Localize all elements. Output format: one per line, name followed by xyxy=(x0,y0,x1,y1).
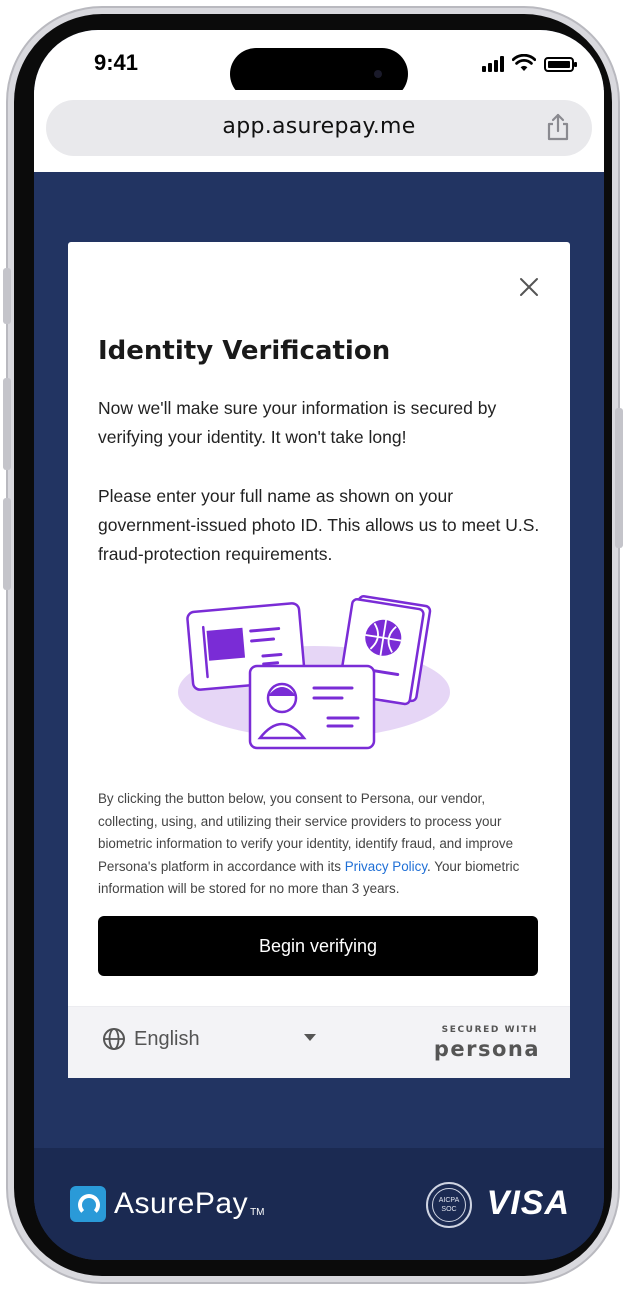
camera-dot xyxy=(374,70,382,78)
signal-icon xyxy=(482,56,504,72)
volume-up-button xyxy=(3,378,11,470)
close-icon[interactable] xyxy=(518,276,540,298)
trademark-symbol: TM xyxy=(250,1207,265,1218)
privacy-policy-link[interactable]: Privacy Policy xyxy=(345,859,427,874)
status-time: 9:41 xyxy=(94,50,139,75)
url-field[interactable]: app.asurepay.me xyxy=(46,100,592,156)
id-documents-illustration xyxy=(178,595,450,750)
browser-address-bar: app.asurepay.me xyxy=(34,90,604,172)
dropdown-caret-icon xyxy=(304,1034,316,1041)
battery-icon xyxy=(544,57,577,72)
modal-footer: English SECURED WITH persona xyxy=(68,1006,570,1078)
asurepay-wordmark: AsurePay xyxy=(114,1187,249,1220)
aicpa-soc-badge: AICPA SOC xyxy=(426,1182,472,1228)
instructions-paragraph: Please enter your full name as shown on … xyxy=(98,486,540,564)
app-footer: AsurePay TM AICPA SOC VISA xyxy=(34,1148,604,1260)
soc-label: SOC xyxy=(441,1206,457,1213)
intro-paragraph: Now we'll make sure your information is … xyxy=(98,398,497,447)
visa-logo: VISA xyxy=(486,1184,570,1222)
power-button xyxy=(615,408,623,548)
modal-title: Identity Verification xyxy=(98,336,391,366)
share-icon[interactable] xyxy=(544,112,572,142)
persona-logo: persona xyxy=(433,1037,540,1061)
volume-down-button xyxy=(3,498,11,590)
silent-switch xyxy=(3,268,11,324)
phone-screen: 9:41 app.asurepay.me Identity Verificati… xyxy=(34,30,604,1260)
asurepay-logo: AsurePay TM xyxy=(70,1184,265,1224)
identity-verification-modal: Identity Verification Now we'll make sur… xyxy=(68,242,570,1078)
language-label: English xyxy=(134,1027,200,1050)
begin-verifying-button[interactable]: Begin verifying xyxy=(98,916,538,976)
asurepay-mark-icon xyxy=(70,1186,106,1222)
globe-icon xyxy=(103,1028,125,1050)
language-select[interactable]: English xyxy=(102,1021,316,1057)
secured-with-label: SECURED WITH xyxy=(441,1025,538,1035)
wifi-icon xyxy=(512,54,536,71)
url-text: app.asurepay.me xyxy=(222,114,416,139)
status-icons xyxy=(482,52,577,72)
consent-text: By clicking the button below, you consen… xyxy=(98,791,520,896)
aicpa-label: AICPA xyxy=(438,1197,460,1204)
